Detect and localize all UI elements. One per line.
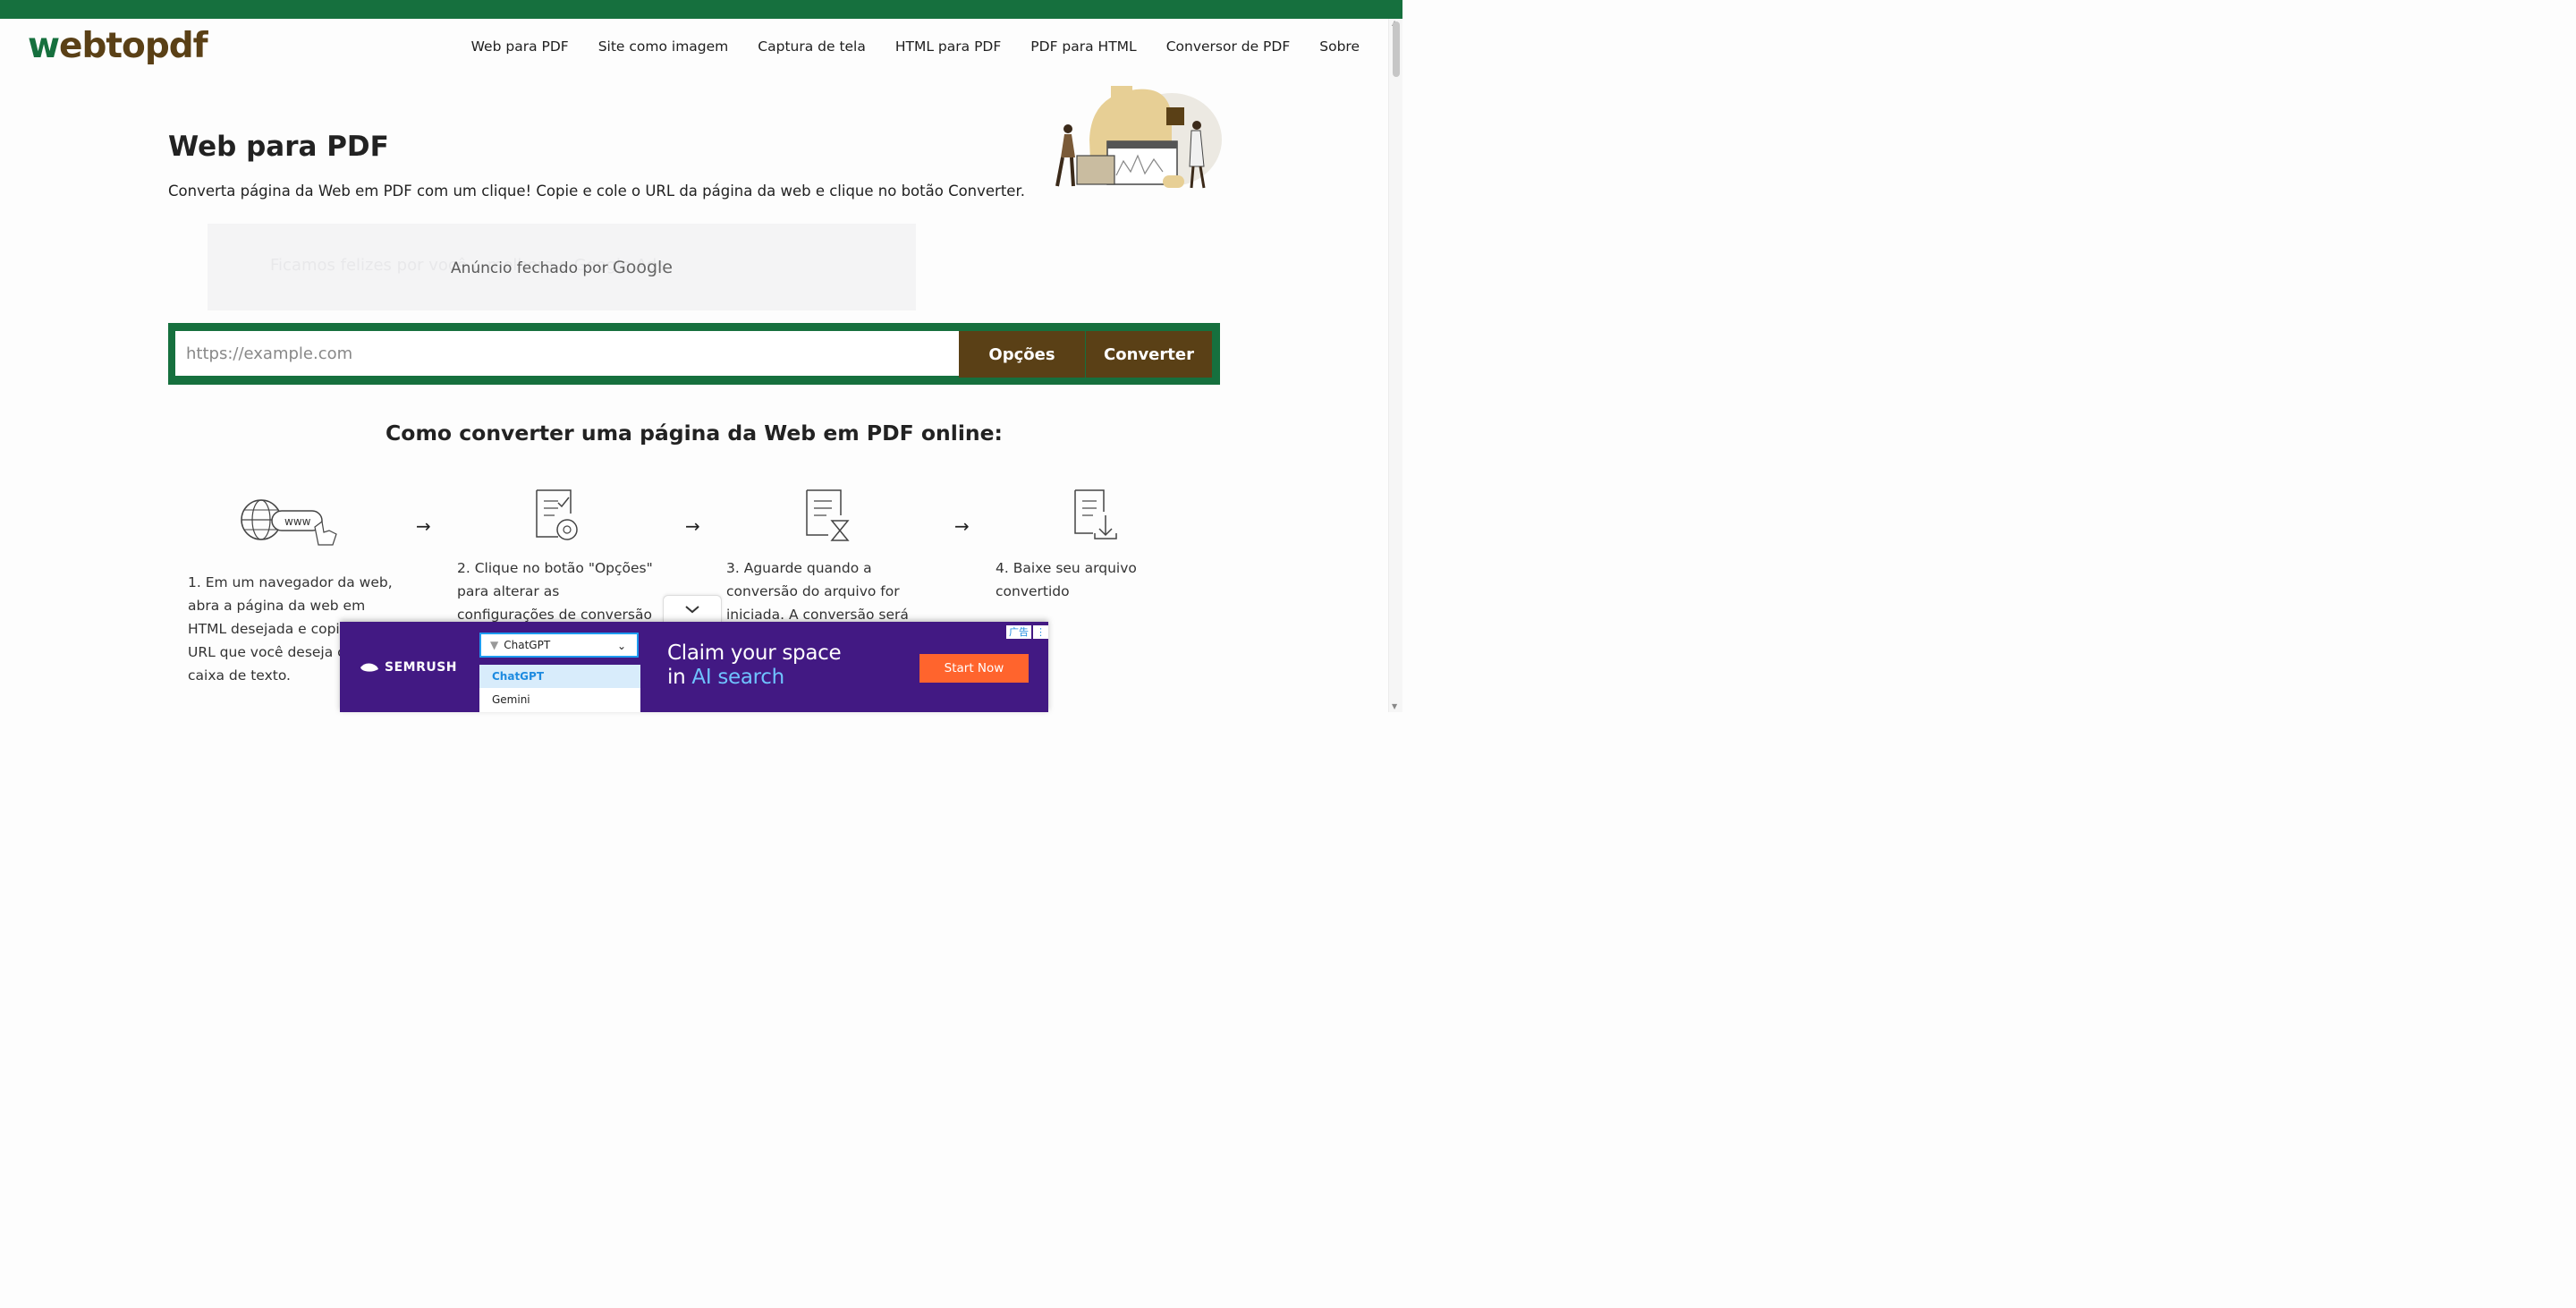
semrush-logo: SEMRUSH (360, 660, 457, 675)
nav-pdf-para-html[interactable]: PDF para HTML (1030, 38, 1136, 55)
svg-text:www: www (284, 515, 311, 528)
document-settings-icon (536, 489, 578, 540)
nav-web-para-pdf[interactable]: Web para PDF (471, 38, 569, 55)
more-options-icon[interactable]: ⋮ (1033, 625, 1048, 639)
nav-conversor-de-pdf[interactable]: Conversor de PDF (1166, 38, 1291, 55)
page-scrollbar[interactable]: ▲ ▼ (1388, 19, 1402, 712)
globe-www-icon: www (241, 499, 337, 546)
converter-bar: Opções Converter (168, 323, 1220, 385)
funnel-icon: ▼ (490, 639, 499, 651)
ad-label[interactable]: 广告 (1006, 625, 1031, 639)
url-input[interactable] (175, 331, 968, 376)
ad-headline: Claim your space in AI search (667, 641, 842, 689)
ai-model-options: ChatGPT Gemini (479, 665, 640, 712)
google-logo: Google (612, 257, 673, 277)
nav-sobre[interactable]: Sobre (1319, 38, 1360, 55)
arrow-right-icon: → (416, 515, 431, 537)
arrow-right-icon: → (685, 515, 700, 537)
nav-site-como-imagem[interactable]: Site como imagem (598, 38, 729, 55)
step-2-text: 2. Clique no botão "Opções" para alterar… (457, 560, 653, 623)
ad-collapse-button[interactable] (663, 595, 722, 623)
main-nav: Web para PDF Site como imagem Captura de… (471, 38, 1360, 55)
webtopdf-logo[interactable]: webtopdf (28, 29, 208, 64)
how-to-heading: Como converter uma página da Web em PDF … (386, 420, 1003, 446)
start-now-button[interactable]: Start Now (919, 654, 1029, 683)
bottom-sticky-ad[interactable]: SEMRUSH ▼ ChatGPT ⌄ ChatGPT Gemini Claim… (340, 622, 1048, 712)
document-hourglass-icon (806, 489, 850, 541)
option-chatgpt[interactable]: ChatGPT (479, 665, 640, 688)
hero-illustration (1055, 86, 1222, 189)
chevron-down-icon: ⌄ (616, 640, 626, 652)
ad-choices[interactable]: 广告 ⋮ (1006, 625, 1048, 639)
page-title: Web para PDF (168, 131, 389, 163)
ad-closed-label: Anúncio fechado por Google (450, 257, 673, 277)
convert-button[interactable]: Converter (1086, 331, 1212, 378)
top-accent-bar (0, 0, 1402, 19)
scroll-down-icon[interactable]: ▼ (1392, 702, 1397, 710)
semrush-flame-icon (360, 663, 378, 672)
step-4-text: 4. Baixe seu arquivo convertido (996, 560, 1137, 599)
arrow-right-icon: → (954, 515, 970, 537)
document-download-icon (1074, 489, 1117, 539)
page-subtitle: Converta página da Web em PDF com um cli… (168, 183, 1025, 200)
options-button[interactable]: Opções (959, 331, 1085, 378)
step-3-text: 3. Aguarde quando a conversão do arquivo… (726, 560, 909, 623)
chevron-down-icon (685, 606, 699, 614)
option-gemini[interactable]: Gemini (479, 688, 640, 711)
ai-model-select[interactable]: ▼ ChatGPT ⌄ (479, 633, 639, 658)
nav-captura-de-tela[interactable]: Captura de tela (758, 38, 866, 55)
scrollbar-thumb[interactable] (1393, 21, 1400, 77)
nav-html-para-pdf[interactable]: HTML para PDF (895, 38, 1001, 55)
closed-ad-banner: Ficamos felizes por você... melhora o Go… (208, 224, 916, 310)
